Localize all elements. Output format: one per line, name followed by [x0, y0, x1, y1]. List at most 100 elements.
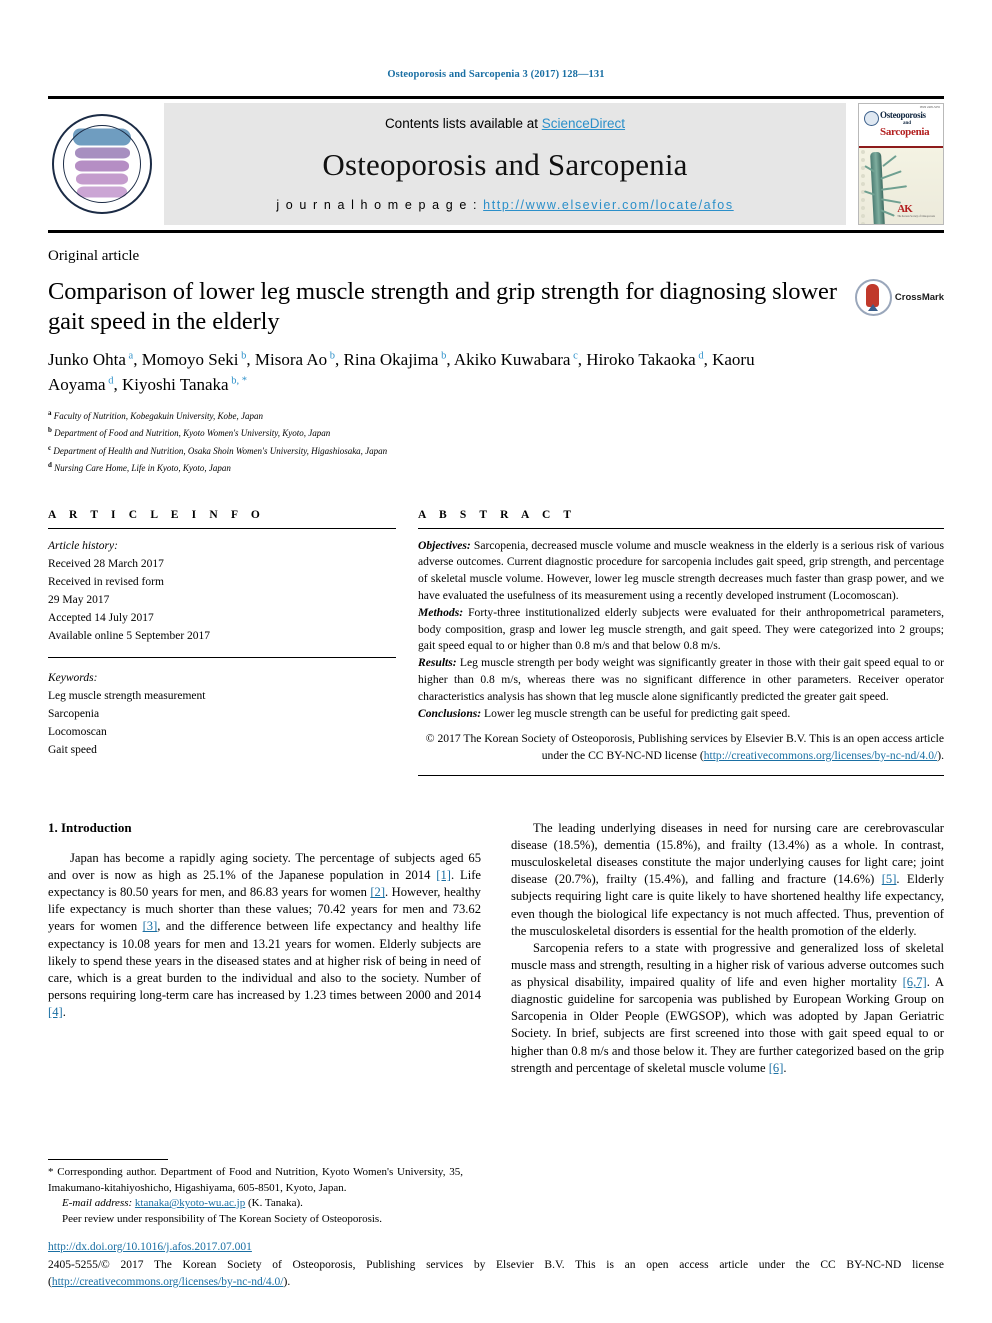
bottom-copyright-block: http://dx.doi.org/10.1016/j.afos.2017.07… [48, 1239, 944, 1291]
abstract-column: A B S T R A C T Objectives: Sarcopenia, … [418, 509, 944, 776]
keyword-lines: Leg muscle strength measurement Sarcopeni… [48, 687, 396, 760]
author-affiliation-mark: b [438, 350, 447, 362]
cover-title-line2: Sarcopenia [880, 126, 930, 138]
journal-homepage-link[interactable]: http://www.elsevier.com/locate/afos [483, 198, 734, 212]
cover-header: ISSN 2405-5255 Osteoporosis and Sarcopen… [859, 104, 943, 148]
article-history-line: Received 28 March 2017 [48, 557, 164, 570]
abstract-rule [418, 527, 944, 529]
citation-link[interactable]: [5] [882, 872, 897, 886]
abstract-heading: A B S T R A C T [418, 508, 577, 521]
cc-license-link[interactable]: http://creativecommons.org/licenses/by-n… [704, 749, 938, 762]
abstract-section: Objectives: Sarcopenia, decreased muscle… [418, 538, 944, 603]
contents-prefix: Contents lists available at [384, 116, 542, 131]
corresponding-author-note: * Corresponding author. Department of Fo… [48, 1165, 463, 1196]
body-paragraph: Japan has become a rapidly aging society… [48, 850, 481, 1020]
keyword-item: Leg muscle strength measurement [48, 689, 206, 702]
article-history-label: Article history: [48, 539, 118, 552]
article-history-line: Available online 5 September 2017 [48, 630, 211, 643]
keyword-item: Gait speed [48, 744, 97, 757]
citation-link[interactable]: [1] [436, 868, 451, 882]
abstract-section-label: Methods: [418, 605, 464, 619]
body-columns: 1. Introduction Japan has become a rapid… [48, 820, 944, 1077]
citation-link[interactable]: [6,7] [903, 975, 927, 989]
abstract-section: Methods: Forty-three institutionalized e… [418, 605, 944, 653]
affiliation-list: a Faculty of Nutrition, Kobegakuin Unive… [48, 407, 944, 477]
keyword-item: Locomoscan [48, 726, 107, 739]
article-history-lines: Received 28 March 2017 Received in revise… [48, 555, 396, 646]
copyright-post: ). [937, 749, 944, 763]
article-info-heading: A R T I C L E I N F O [48, 508, 265, 521]
abstract-copyright: © 2017 The Korean Society of Osteoporosi… [418, 731, 944, 765]
doi-line: http://dx.doi.org/10.1016/j.afos.2017.07… [48, 1239, 944, 1256]
citation-link[interactable]: [3] [143, 919, 158, 933]
author-affiliation-mark: a [125, 350, 134, 362]
article-history-line: Accepted 14 July 2017 [48, 612, 154, 625]
email-link[interactable]: ktanaka@kyoto-wu.ac.jp [135, 1197, 245, 1209]
cover-society-logo-icon [864, 111, 879, 126]
bottom-cc-link[interactable]: http://creativecommons.org/licenses/by-n… [52, 1276, 284, 1288]
author-name: Momoyo Seki [141, 349, 239, 369]
abstract-bottom-rule [418, 774, 944, 776]
society-logo-icon [52, 114, 152, 214]
body-paragraph: Sarcopenia refers to a state with progre… [511, 940, 944, 1075]
article-history: Article history: Received 28 March 2017 R… [48, 537, 396, 646]
email-note: E-mail address: ktanaka@kyoto-wu.ac.jp (… [48, 1196, 463, 1211]
author-affiliation-mark: d [695, 350, 704, 362]
author-affiliation-mark: b [238, 350, 247, 362]
article-history-line: Received in revised form [48, 575, 164, 588]
citation-link[interactable]: [6] [769, 1061, 784, 1075]
crossmark-label: CrossMark [894, 292, 944, 303]
crossmark-badge[interactable]: CrossMark [854, 279, 944, 316]
cover-title-line1: Osteoporosis [880, 110, 926, 120]
email-label: E-mail address: [62, 1197, 133, 1210]
keywords-block: Keywords: Leg muscle strength measuremen… [48, 669, 396, 760]
author-name: Misora Ao [254, 349, 328, 369]
keyword-item: Sarcopenia [48, 707, 100, 720]
author-name: Rina Okajima [343, 349, 439, 369]
body-paragraph: The leading underlying diseases in need … [511, 820, 944, 938]
citation-link[interactable]: [2] [370, 885, 385, 899]
body-left-column: 1. Introduction Japan has become a rapid… [48, 820, 481, 1077]
peer-review-note: Peer review under responsibility of The … [62, 1212, 382, 1225]
doi-link[interactable]: http://dx.doi.org/10.1016/j.afos.2017.07… [48, 1241, 252, 1253]
vertebrae-graphic [73, 128, 131, 200]
sciencedirect-link[interactable]: ScienceDirect [542, 116, 625, 131]
crossmark-icon [854, 279, 892, 316]
masthead-bottom-rule [48, 230, 944, 233]
cover-perforation-icon [861, 150, 866, 224]
citation-link[interactable]: [4] [48, 1005, 63, 1019]
author-affiliation-mark: c [570, 350, 578, 362]
keywords-label: Keywords: [48, 671, 98, 684]
affiliation-mark: c [48, 443, 52, 452]
affiliation-mark: a [48, 408, 52, 417]
footnote-area: * Corresponding author. Department of Fo… [48, 1159, 463, 1227]
journal-homepage-line: j o u r n a l h o m e p a g e : http://w… [276, 198, 733, 212]
author-name: Hiroko Takaoka [586, 349, 696, 369]
body-right-column: The leading underlying diseases in need … [511, 820, 944, 1077]
journal-masthead: Contents lists available at ScienceDirec… [48, 103, 944, 225]
cover-publisher-mark: AK The Korean Society of Osteoporosis [897, 203, 935, 218]
author-list: Junko Ohta a, Momoyo Seki b, Misora Ao b… [48, 349, 755, 395]
affiliation-item: d Nursing Care Home, Life in Kyoto, Kyot… [48, 461, 231, 474]
right-paragraphs: The leading underlying diseases in need … [511, 820, 944, 1077]
affiliation-item: a Faculty of Nutrition, Kobegakuin Unive… [48, 408, 263, 421]
running-head: Osteoporosis and Sarcopenia 3 (2017) 128… [387, 69, 605, 80]
paper-page: Osteoporosis and Sarcopenia 3 (2017) 128… [0, 0, 992, 1323]
issn-copyright-line: 2405-5255/© 2017 The Korean Society of O… [48, 1257, 944, 1292]
page-title: Comparison of lower leg muscle strength … [48, 278, 837, 335]
corresponding-author-text: Corresponding author. Department of Food… [48, 1166, 463, 1194]
author-affiliation-mark: b, * [228, 375, 247, 387]
abstract-section-label: Results: [418, 656, 457, 670]
society-logo [48, 103, 156, 225]
masthead-center: Contents lists available at ScienceDirec… [164, 103, 846, 225]
affiliation-mark: d [48, 461, 52, 470]
abstract-section: Conclusions: Lower leg muscle strength c… [418, 706, 791, 720]
author-name: Kiyoshi Tanaka [121, 375, 229, 395]
author-name: Akiko Kuwabara [453, 349, 571, 369]
info-abstract-block: A R T I C L E I N F O Article history: R… [48, 509, 944, 776]
journal-name: Osteoporosis and Sarcopenia [322, 146, 688, 182]
contents-available-line: Contents lists available at ScienceDirec… [385, 116, 625, 131]
affiliation-item: c Department of Health and Nutrition, Os… [48, 443, 388, 456]
cover-publisher-initials: AK [897, 203, 912, 215]
masthead-top-rule [48, 96, 944, 99]
